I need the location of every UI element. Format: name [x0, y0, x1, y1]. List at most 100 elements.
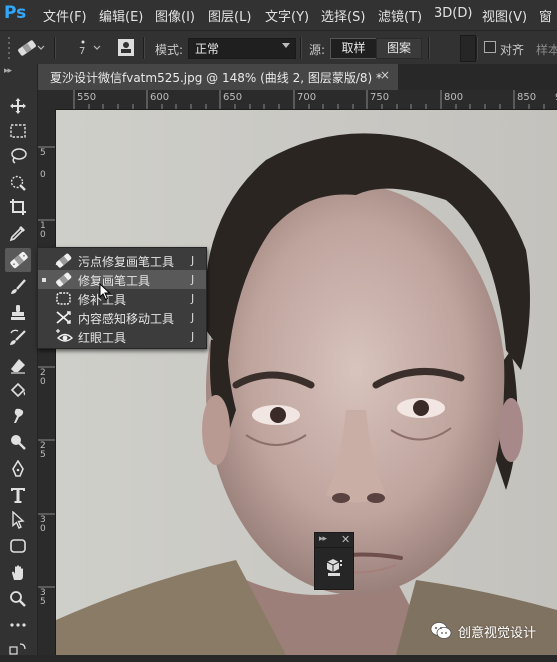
menu-filter[interactable]: 滤镜(T) — [378, 6, 422, 25]
crop-icon — [10, 199, 26, 215]
ruler-label: 5 — [40, 148, 46, 158]
eyedropper-icon — [9, 226, 25, 242]
ruler-label: 750 — [370, 92, 390, 103]
brush-tool[interactable] — [5, 275, 31, 299]
flyout-item-content-aware-move[interactable]: 内容感知移动工具 J — [38, 308, 206, 327]
history-brush-tool[interactable] — [5, 326, 31, 350]
red-eye-icon — [55, 329, 74, 347]
ruler-label: 600 — [150, 92, 170, 103]
move-tool[interactable] — [5, 94, 31, 118]
flyout-item-healing-brush[interactable]: 修复画笔工具 J — [38, 270, 206, 289]
clone-source-panel-icon[interactable] — [117, 38, 135, 60]
menu-window[interactable]: 窗 — [539, 6, 552, 25]
panel-divider — [315, 547, 353, 548]
menu-file[interactable]: 文件(F) — [43, 6, 87, 25]
3d-cube-icon[interactable] — [325, 557, 343, 580]
flyout-shortcut: J — [191, 254, 195, 267]
arrow-pointer-icon — [12, 511, 25, 529]
menu-select[interactable]: 选择(S) — [321, 6, 365, 25]
eraser-tool[interactable] — [5, 354, 31, 378]
mode-dropdown[interactable]: 正常 — [188, 38, 296, 59]
mouse-cursor-icon — [99, 282, 111, 304]
menu-view[interactable]: 视图(V) — [482, 6, 527, 25]
swap-colors-button[interactable] — [5, 638, 31, 662]
clone-stamp-tool[interactable] — [5, 301, 31, 325]
rounded-rectangle-icon — [10, 539, 26, 553]
menu-layer[interactable]: 图层(L) — [208, 6, 251, 25]
rectangle-marquee-icon — [10, 124, 26, 138]
type-icon — [11, 488, 25, 503]
pen-tool[interactable] — [5, 457, 31, 481]
crop-tool[interactable] — [5, 195, 31, 219]
history-brush-icon — [10, 329, 26, 345]
ruler-label: 2 5 — [40, 441, 46, 460]
healing-brush-icon — [10, 251, 28, 269]
healing-brush-tool[interactable] — [5, 248, 31, 272]
healing-brush-preset-icon[interactable] — [16, 37, 46, 62]
menu-edit[interactable]: 编辑(E) — [99, 6, 143, 25]
lasso-tool[interactable] — [5, 144, 31, 168]
pen-icon — [12, 460, 24, 477]
wechat-logo-icon — [430, 621, 452, 644]
rectangle-tool[interactable] — [5, 534, 31, 558]
ruler-label: 850 — [517, 92, 537, 103]
ruler-vertical: 5 0 1 0 1 5 2 0 2 5 3 0 3 5 — [38, 109, 56, 655]
move-icon — [10, 98, 26, 114]
expand-panel-icon[interactable]: ▸▸ — [319, 534, 327, 544]
flyout-shortcut: J — [191, 292, 195, 305]
source-sampled-button[interactable]: 取样 — [330, 38, 377, 59]
document-canvas[interactable] — [56, 110, 557, 655]
path-selection-tool[interactable] — [5, 508, 31, 532]
ruler-label: 0 — [40, 170, 46, 180]
menu-bar: Ps 文件(F) 编辑(E) 图像(I) 图层(L) 文字(Y) 选择(S) 滤… — [0, 0, 557, 30]
watermark-text: 创意视觉设计 — [458, 626, 537, 641]
flyout-item-red-eye[interactable]: 红眼工具 J — [38, 327, 206, 346]
spot-healing-brush-icon — [55, 253, 73, 271]
close-icon[interactable]: × — [380, 68, 390, 82]
menu-3d[interactable]: 3D(D) — [434, 6, 472, 21]
brush-size-value: 7 — [79, 46, 86, 57]
aligned-checkbox[interactable] — [484, 41, 496, 53]
document-tab[interactable]: 夏沙设计微信fvatm525.jpg @ 148% (曲线 2, 图层蒙版/8)… — [38, 64, 398, 90]
marquee-tool[interactable] — [5, 119, 31, 143]
ruler-label: 3 5 — [40, 588, 46, 607]
flyout-shortcut: J — [191, 330, 195, 343]
healing-brush-icon — [55, 272, 73, 290]
eyedropper-tool[interactable] — [5, 221, 31, 245]
menu-image[interactable]: 图像(I) — [155, 6, 195, 25]
quick-selection-icon — [10, 175, 26, 191]
ruler-label: 700 — [297, 92, 317, 103]
menu-type[interactable]: 文字(Y) — [265, 6, 309, 25]
healing-tools-flyout: 污点修复画笔工具 J 修复画笔工具 J 修补工具 J 内容感知移动工具 J 红眼… — [37, 247, 207, 349]
flyout-item-label: 内容感知移动工具 — [78, 312, 175, 326]
flyout-item-patch[interactable]: 修补工具 J — [38, 289, 206, 308]
quick-selection-tool[interactable] — [5, 171, 31, 195]
pattern-picker[interactable] — [460, 35, 476, 62]
flyout-shortcut: J — [191, 311, 195, 324]
paint-bucket-tool[interactable] — [5, 379, 31, 403]
smudge-tool[interactable] — [5, 404, 31, 428]
source-pattern-button[interactable]: 图案 — [376, 38, 422, 59]
ruler-label: 650 — [223, 92, 243, 103]
paint-bucket-icon — [10, 382, 26, 398]
hand-tool[interactable] — [5, 561, 31, 585]
chevron-down-icon — [282, 43, 290, 48]
collapse-panel-icon[interactable]: ▸▸ — [4, 66, 12, 76]
brush-size-picker[interactable] — [66, 37, 106, 62]
options-separator — [476, 37, 478, 59]
flyout-item-label: 污点修复画笔工具 — [78, 255, 175, 269]
ruler-label: 550 — [77, 92, 97, 103]
ruler-label: 800 — [444, 92, 464, 103]
type-tool[interactable] — [5, 483, 31, 507]
flyout-item-spot-healing-brush[interactable]: 污点修复画笔工具 J — [38, 251, 206, 270]
dodge-tool[interactable] — [5, 430, 31, 454]
close-icon[interactable]: ✕ — [341, 533, 350, 546]
options-separator — [300, 37, 302, 59]
tool-preset-grip — [7, 34, 13, 64]
zoom-tool[interactable] — [5, 587, 31, 611]
content-aware-move-icon — [55, 310, 73, 328]
sample-label: 样本 — [536, 43, 557, 57]
document-tab-bar: 夏沙设计微信fvatm525.jpg @ 148% (曲线 2, 图层蒙版/8)… — [38, 64, 557, 90]
edit-toolbar-button[interactable] — [5, 613, 31, 637]
brush-icon — [11, 279, 26, 294]
